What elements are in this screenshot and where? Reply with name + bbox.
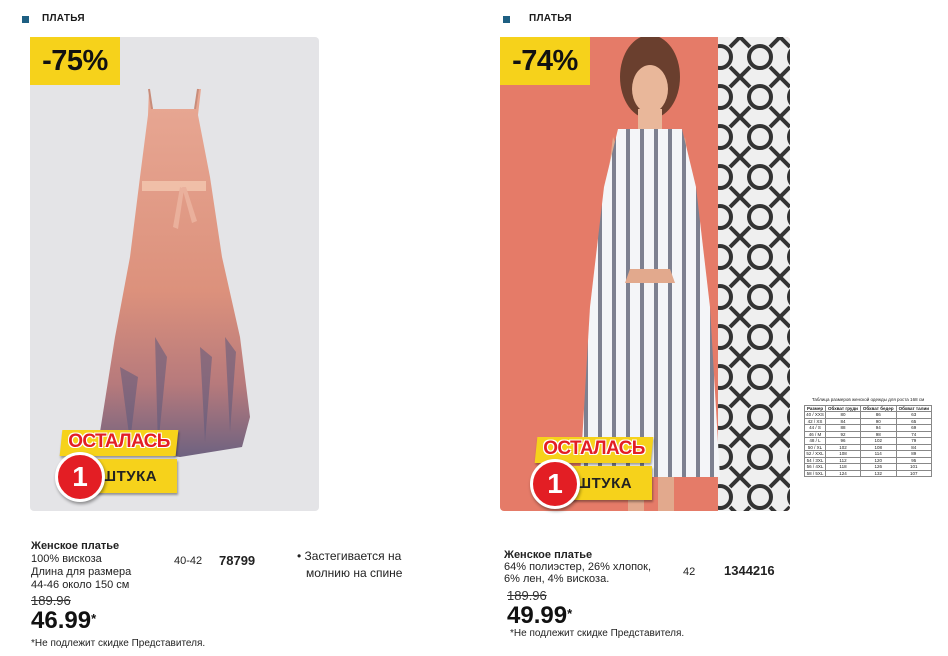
price-right: 49.99* [507, 602, 573, 629]
section-title-right: ПЛАТЬЯ [529, 13, 572, 24]
price-note-right: *Не подлежит скидке Представителя. [510, 628, 685, 639]
badge-count: 1 [55, 452, 105, 502]
size-table-cell: 107 [895, 469, 933, 477]
discount-badge-left: -75% [30, 37, 120, 85]
old-price-right: 189.96 [507, 588, 547, 603]
size-table-header: Обхват талии [895, 404, 933, 412]
size-table: Таблица размеров женской одежды для рост… [803, 397, 933, 478]
size-table-header: Обхват бедер [859, 404, 897, 412]
size-table-cell: 124 [825, 469, 861, 477]
discount-badge-right: -74% [500, 37, 590, 85]
size-table-caption: Таблица размеров женской одежды для рост… [811, 397, 925, 402]
product-feature-1: • Застегивается на [297, 549, 402, 563]
product-feature-2: молнию на спине [306, 566, 403, 580]
section-marker-left [22, 16, 29, 23]
price-left: 46.99* [31, 607, 97, 634]
last-item-badge-right: ОСТАЛАСЬ ШТУКА 1 [530, 437, 660, 515]
size-table-cell: 52 / XXL [803, 450, 827, 458]
old-price-left: 189.96 [31, 593, 71, 608]
size-table-cell: 132 [859, 469, 897, 477]
product-detail-2: 6% лен, 4% вискоза. [504, 573, 610, 585]
size-table-grid: Размер Обхват груди Обхват бедер Обхват … [803, 404, 933, 478]
product-code-left: 78799 [219, 553, 256, 568]
size-table-cell: 56 / 4XL [803, 463, 827, 471]
badge-count: 1 [530, 459, 580, 509]
product-code-right: 1344216 [724, 563, 775, 578]
size-table-row: 58 / 5XL 124 132 107 [803, 469, 933, 477]
product-detail-3: 44-46 около 150 см [31, 579, 130, 591]
size-table-cell: 54 / 3XL [803, 456, 827, 464]
badge-line1: ОСТАЛАСЬ [68, 431, 170, 452]
product-sizes-left: 40-42 [174, 555, 203, 567]
last-item-badge-left: ОСТАЛАСЬ ШТУКА 1 [55, 430, 185, 508]
product-detail-1: 100% вискоза [31, 553, 102, 565]
price-note-left: *Не подлежит скидке Представителя. [31, 638, 206, 649]
size-table-header: Размер [803, 404, 827, 412]
product-sizes-right: 42 [683, 566, 696, 578]
size-table-header: Обхват груди [825, 404, 861, 412]
section-title-left: ПЛАТЬЯ [42, 13, 85, 24]
product-detail-2: Длина для размера [31, 566, 132, 578]
badge-line2: ШТУКА [576, 475, 633, 492]
size-table-cell: 58 / 5XL [803, 469, 827, 477]
section-marker-right [503, 16, 510, 23]
size-table-cell: 40 / XXS [803, 411, 827, 419]
badge-line1: ОСТАЛАСЬ [543, 438, 645, 459]
product-name-left: Женское платье [31, 540, 120, 552]
badge-line2: ШТУКА [101, 468, 158, 485]
